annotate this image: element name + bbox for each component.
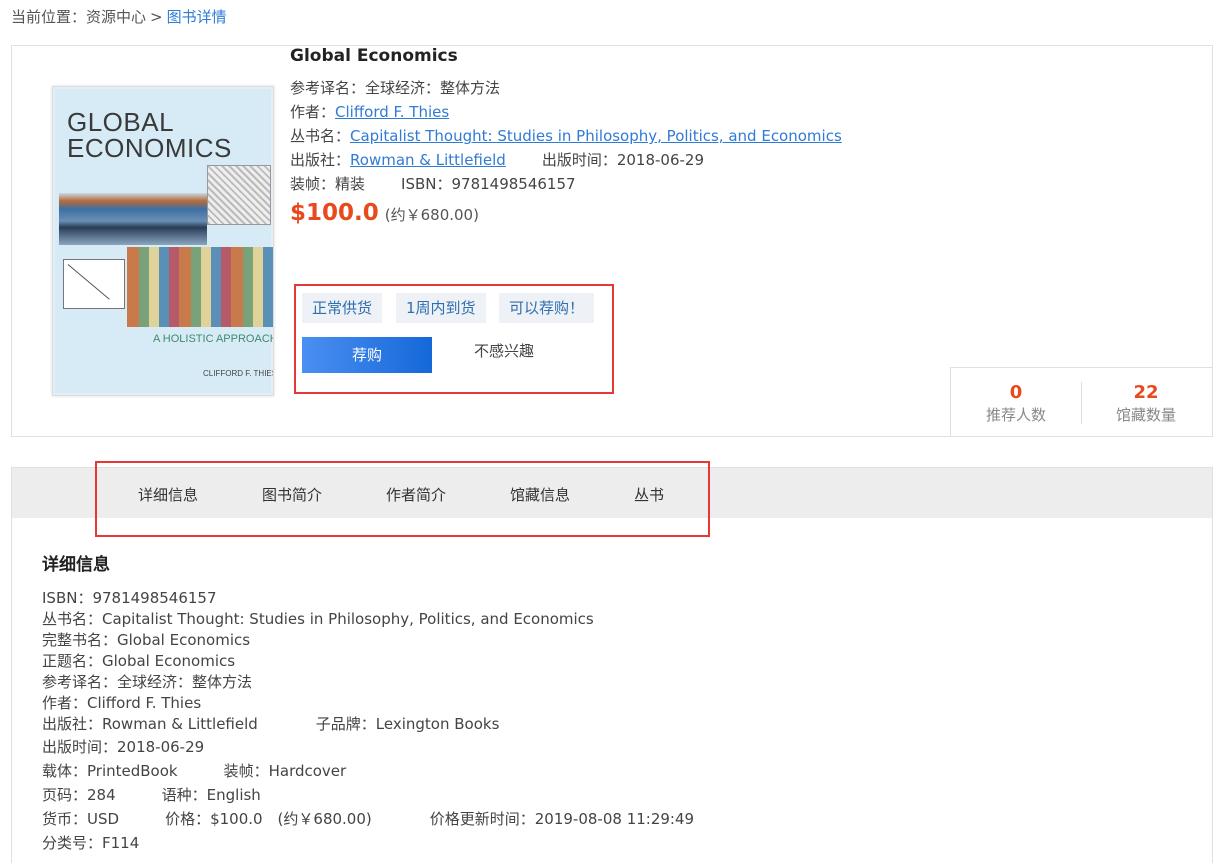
cover-ship-graphic [59,165,207,245]
tag-recommendable: 可以荐购！ [499,293,595,323]
detail-pages: 页码：284 [42,786,116,804]
detail-currency: 货币：USD [42,810,120,828]
purchase-box: 正常供货 1周内到货 可以荐购！ 荐购 不感兴趣 [294,284,614,394]
recommenders-stat: 0 推荐人数 [951,382,1081,426]
detail-price: 价格：$100.0 (约￥680.00) [165,810,372,828]
publisher-row: 出版社：Rowman & Littlefield 出版时间：2018-06-29 [290,151,705,169]
tab-highlight-box [95,461,710,537]
detail-binding: 装帧：Hardcover [223,762,347,780]
details-list: ISBN：9781498546157 丛书名：Capitalist Though… [42,588,694,855]
not-interested-button[interactable]: 不感兴趣 [474,340,534,361]
tag-in-stock: 正常供货 [302,293,383,323]
alt-title-row: 参考译名：全球经济：整体方法 [290,79,501,97]
recommend-button[interactable]: 荐购 [302,337,432,373]
detail-series: 丛书名：Capitalist Thought: Studies in Philo… [42,610,594,628]
pubdate-value: 2018-06-29 [616,151,705,169]
detail-language: 语种：English [161,786,261,804]
binding-row: 装帧：精装 ISBN：9781498546157 [290,175,576,193]
detail-publisher: 出版社：Rowman & Littlefield [42,715,258,733]
detail-classification: 分类号：F114 [42,834,140,852]
details-heading: 详细信息 [42,555,110,575]
cover-banknotes-graphic [127,247,273,327]
detail-pubdate: 出版时间：2018-06-29 [42,738,205,756]
price-cny: (约￥680.00) [384,206,479,224]
holdings-stat: 22 馆藏数量 [1081,382,1211,426]
tag-delivery-week: 1周内到货 [396,293,486,323]
publisher-link[interactable]: Rowman & Littlefield [350,151,506,169]
detail-carrier-row: 载体：PrintedBook 装帧：Hardcover [42,759,694,783]
book-info: Global Economics 参考译名：全球经济：整体方法 作者：Cliff… [290,46,842,226]
author-row: 作者：Clifford F. Thies [290,103,450,121]
cover-author: CLIFFORD F. THIES [203,369,274,378]
isbn-value: 9781498546157 [451,175,576,193]
detail-pages-row: 页码：284 语种：English [42,783,694,807]
book-title: Global Economics [290,46,458,66]
detail-proper-title: 正题名：Global Economics [42,652,236,670]
detail-isbn: ISBN：9781498546157 [42,589,217,607]
stats-box: 0 推荐人数 22 馆藏数量 [950,367,1213,437]
series-row: 丛书名：Capitalist Thought: Studies in Philo… [290,127,842,145]
recommenders-label: 推荐人数 [985,406,1046,424]
binding-value: 精装 [335,175,366,193]
cover-title: GLOBAL ECONOMICS [67,107,232,163]
book-cover-image: GLOBAL ECONOMICS A HOLISTIC APPROACH CLIF… [52,86,274,396]
alt-title-value: 全球经济：整体方法 [365,79,501,97]
author-link[interactable]: Clifford F. Thies [335,103,449,121]
cover-chart-graphic [63,259,125,309]
detail-publisher-row: 出版社：Rowman & Littlefield 子品牌：Lexington Bo… [42,714,694,735]
cover-subtitle: A HOLISTIC APPROACH [153,333,274,345]
breadcrumb: 当前位置：资源中心 > 图书详情 [11,6,227,27]
detail-alt-title: 参考译名：全球经济：整体方法 [42,673,253,691]
recommenders-count: 0 [1009,382,1023,403]
detail-imprint: 子品牌：Lexington Books [315,715,500,733]
detail-author: 作者：Clifford F. Thies [42,694,202,712]
detail-price-updated: 价格更新时间：2019-08-08 11:29:49 [429,810,695,828]
cover-engraving-graphic [207,165,271,225]
detail-full-title: 完整书名：Global Economics [42,631,251,649]
series-link[interactable]: Capitalist Thought: Studies in Philosoph… [350,127,842,145]
holdings-count: 22 [1133,382,1159,403]
breadcrumb-separator: > [150,8,163,26]
detail-price-row: 货币：USD 价格：$100.0 (约￥680.00) 价格更新时间：2019-08… [42,807,694,831]
breadcrumb-prefix: 当前位置： [11,8,87,26]
price: $100.0 (约￥680.00) [290,200,842,226]
breadcrumb-current-link[interactable]: 图书详情 [167,8,227,26]
holdings-label: 馆藏数量 [1115,406,1176,424]
price-usd: $100.0 [290,200,379,226]
detail-carrier: 载体：PrintedBook [42,762,178,780]
breadcrumb-home-link[interactable]: 资源中心 [86,8,146,26]
